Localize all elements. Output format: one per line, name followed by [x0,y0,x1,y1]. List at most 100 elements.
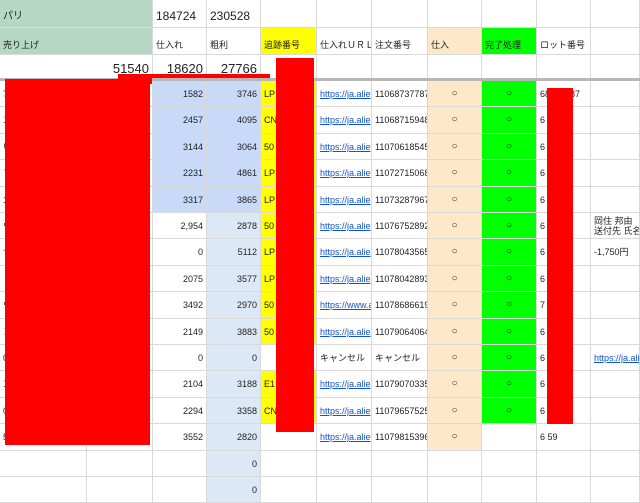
shiire-cell[interactable]: 3317 [153,187,207,213]
url-cell[interactable]: https://ja.alie [317,187,372,213]
shiire-mark-cell[interactable]: ○ [428,424,482,451]
kanryo-cell[interactable]: ○ [482,319,537,345]
url-cell[interactable]: https://ja.alie [317,266,372,292]
shiire-cell[interactable]: 3552 [153,424,207,451]
extra-cell[interactable] [591,398,640,424]
arari-cell[interactable]: 3746 [207,81,261,107]
shiire-mark-cell[interactable]: ○ [428,345,482,371]
url-cell[interactable]: https://ja.alie [317,319,372,345]
arari-cell[interactable]: 3188 [207,371,261,398]
kanryo-cell[interactable]: ○ [482,213,537,239]
shiire-cell[interactable]: 1582 [153,81,207,107]
shiire-mark-cell[interactable]: ○ [428,292,482,319]
url-cell[interactable]: https://ja.alie [317,134,372,160]
shiire-cell[interactable]: 0 [153,239,207,266]
extra-cell[interactable]: 岡住 邦由 送付先 氏名 [591,213,640,239]
shiire-cell[interactable]: 2104 [153,371,207,398]
extra-cell[interactable] [591,319,640,345]
shiire-cell[interactable]: 2,954 [153,213,207,239]
arari-cell[interactable]: 2878 [207,213,261,239]
url-cell[interactable]: https://ja.alie [317,107,372,134]
shiire-cell[interactable] [153,451,207,477]
kanryo-cell[interactable]: ○ [482,345,537,371]
arari-cell[interactable]: 4861 [207,160,261,187]
shiire-mark-cell[interactable]: ○ [428,134,482,160]
shiire-cell[interactable]: 0 [153,345,207,371]
shiire-mark-cell[interactable] [428,451,482,477]
order-cell[interactable]: 11076752892 [372,213,428,239]
tracking-cell[interactable] [261,477,317,503]
extra-cell[interactable] [591,292,640,319]
order-cell[interactable] [372,477,428,503]
arari-cell[interactable]: 5112 [207,239,261,266]
extra-cell[interactable]: https://ja.ali [591,345,640,371]
order-cell[interactable]: 11068715948 [372,107,428,134]
url-cell[interactable]: https://ja.alie [317,398,372,424]
shiire-cell[interactable]: 2457 [153,107,207,134]
extra-cell[interactable] [591,81,640,107]
kanryo-cell[interactable]: ○ [482,371,537,398]
shiire-mark-cell[interactable]: ○ [428,213,482,239]
kanryo-cell[interactable]: ○ [482,292,537,319]
shiire-mark-cell[interactable]: ○ [428,319,482,345]
arari-cell[interactable]: 3865 [207,187,261,213]
lot-header[interactable]: ロット番号 [537,28,591,55]
shiire-mark-cell[interactable]: ○ [428,398,482,424]
extra-cell[interactable] [591,451,640,477]
url-cell[interactable]: https://ja.alie [317,160,372,187]
arari-cell[interactable]: 4095 [207,107,261,134]
shiire-mark-cell[interactable]: ○ [428,160,482,187]
arari-cell[interactable]: 3577 [207,266,261,292]
arari-cell[interactable]: 2820 [207,424,261,451]
extra-cell[interactable] [591,134,640,160]
kanryo-cell[interactable]: ○ [482,187,537,213]
order-cell[interactable]: 11079064064 [372,319,428,345]
shiire-mark-cell[interactable]: ○ [428,107,482,134]
shiire-mark-cell[interactable]: ○ [428,239,482,266]
arari-header[interactable]: 粗利 [207,28,261,55]
extra-cell[interactable] [591,187,640,213]
order-cell[interactable]: 11072715068 [372,160,428,187]
arari-cell[interactable]: 3358 [207,398,261,424]
url-cell[interactable] [317,477,372,503]
extra-cell[interactable] [591,477,640,503]
extra-cell[interactable] [591,371,640,398]
extra-cell[interactable]: -1,750円 [591,239,640,266]
uriage-header[interactable]: 売り上げ [0,28,153,55]
order-cell[interactable]: 11073287967 [372,187,428,213]
shiire-mark-cell[interactable]: ○ [428,371,482,398]
shiire-mark-cell[interactable]: ○ [428,187,482,213]
shiire-mark-cell[interactable]: ○ [428,81,482,107]
url-cell[interactable]: https://ja.alie [317,81,372,107]
kanryo-cell[interactable] [482,424,537,451]
order-cell[interactable]: 11078043565 [372,239,428,266]
shiire-header[interactable]: 仕入れ [153,28,207,55]
order-cell[interactable] [372,451,428,477]
kanryo-cell[interactable]: ○ [482,266,537,292]
shiire-cell[interactable]: 3492 [153,292,207,319]
url-cell[interactable] [317,451,372,477]
extra-cell[interactable] [591,107,640,134]
tracking-header[interactable]: 追跡番号 [261,28,317,55]
arari-cell[interactable]: 0 [207,345,261,371]
kanryo-cell[interactable] [482,477,537,503]
shiire-flag-header[interactable]: 仕入 [428,28,482,55]
extra-cell[interactable] [591,424,640,451]
arari-cell[interactable]: 0 [207,451,261,477]
shiire-cell[interactable] [153,477,207,503]
kanryo-cell[interactable]: ○ [482,134,537,160]
kanryo-cell[interactable]: ○ [482,160,537,187]
url-cell[interactable]: https://ja.alie [317,371,372,398]
arari-cell[interactable]: 2970 [207,292,261,319]
url-cell[interactable]: https://ja.alie [317,424,372,451]
shiire-cell[interactable]: 2231 [153,160,207,187]
url-cell[interactable]: キャンセル [317,345,372,371]
order-cell[interactable]: 11079815396 [372,424,428,451]
kanryo-cell[interactable]: ○ [482,107,537,134]
lot-cell[interactable] [537,477,591,503]
shiire-cell[interactable]: 2075 [153,266,207,292]
url-cell[interactable]: https://www.a [317,292,372,319]
url-header[interactable]: 仕入れＵＲＬ [317,28,372,55]
lot-cell[interactable]: 6 59 [537,424,591,451]
order-cell[interactable]: 11079070335 [372,371,428,398]
